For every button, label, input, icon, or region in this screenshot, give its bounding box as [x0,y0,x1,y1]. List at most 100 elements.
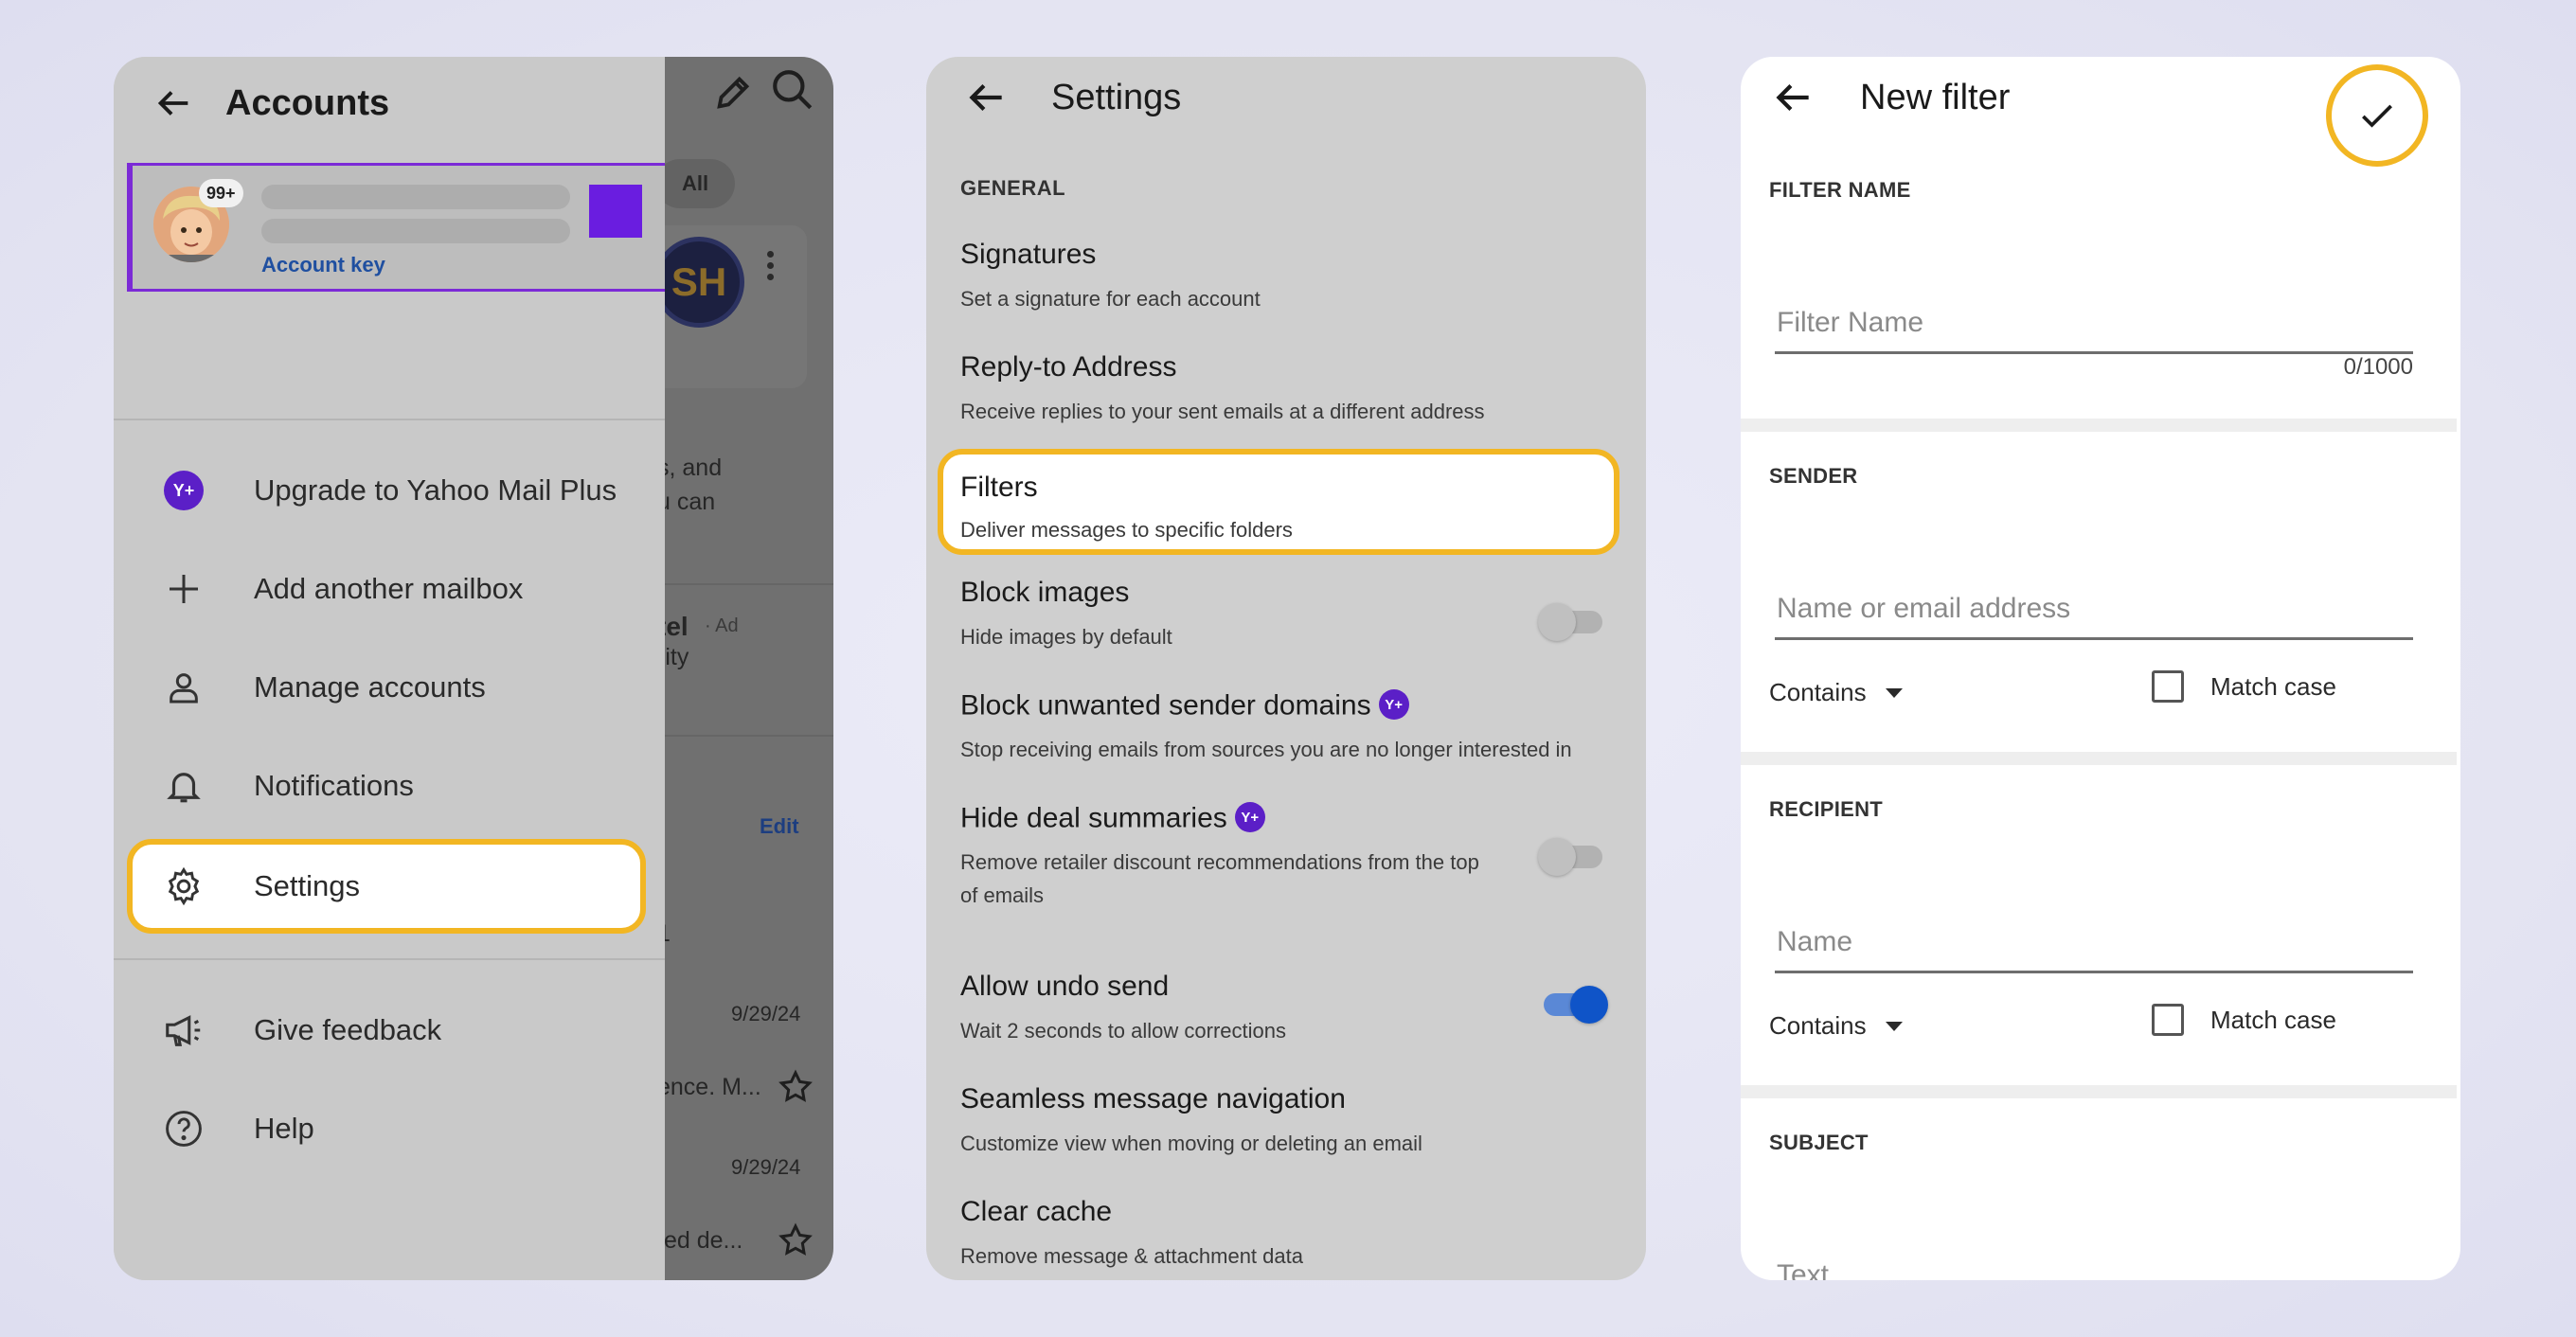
menu-item-add-mailbox[interactable]: Add another mailbox [127,542,646,636]
account-key-link[interactable]: Account key [261,253,385,277]
sender-avatar: SH [653,237,744,328]
recipient-match-type-dropdown[interactable]: Contains [1769,1011,1903,1041]
menu-item-settings[interactable]: Settings [127,839,646,934]
sender-match-case-checkbox[interactable]: Match case [2152,670,2336,703]
row-subtitle: Stop receiving emails from sources you a… [960,738,1572,761]
account-card[interactable]: 99+ Account key [127,163,665,292]
yahoo-plus-icon: Y+ [153,460,214,521]
character-counter: 0/1000 [2343,354,2413,380]
divider [114,419,665,420]
help-icon [153,1098,214,1159]
row-subtitle: Hide images by default [960,625,1172,649]
filter-name-input[interactable] [1775,294,2413,351]
row-subtitle: Deliver messages to specific folders [960,518,1293,542]
plus-icon [153,559,214,619]
menu-item-help[interactable]: Help [127,1081,646,1176]
row-title: Hide deal summaries Y+ [960,802,1265,835]
row-title: Block images [960,577,1130,608]
section-divider [1741,752,2457,765]
row-title: Block unwanted sender domains Y+ [960,689,1409,722]
star-icon[interactable] [777,1221,814,1259]
section-label-subject: SUBJECT [1769,1131,1869,1154]
row-subtitle: Customize view when moving or deleting a… [960,1132,1422,1155]
section-label-filter-name: FILTER NAME [1769,178,1911,202]
person-icon [153,657,214,718]
email-preview: ence. M... [657,1074,761,1100]
recipient-input[interactable] [1775,913,2413,971]
settings-row-signatures[interactable]: Signatures Set a signature for each acco… [926,225,1646,335]
recipient-match-case-checkbox[interactable]: Match case [2152,1004,2336,1036]
back-arrow-icon[interactable] [152,81,195,125]
menu-item-label: Notifications [254,769,414,802]
account-email-redacted [261,219,570,243]
subject-field[interactable] [1775,1246,2413,1280]
settings-row-undo-send[interactable]: Allow undo send Wait 2 seconds to allow … [926,957,1646,1067]
row-subtitle: Wait 2 seconds to allow corrections [960,1019,1286,1043]
settings-screen: Settings GENERAL Signatures Set a signat… [926,57,1646,1280]
gear-icon [153,856,214,917]
menu-item-feedback[interactable]: Give feedback [127,983,646,1078]
subject-input[interactable] [1775,1246,2413,1280]
menu-item-label: Upgrade to Yahoo Mail Plus [254,473,617,507]
section-label-sender: SENDER [1769,464,1858,488]
caret-down-icon [1885,1021,1903,1031]
menu-item-label: Manage accounts [254,670,486,704]
settings-row-block-images[interactable]: Block images Hide images by default [926,563,1646,673]
snippet-text: s, and [657,455,723,481]
sender-field[interactable] [1775,579,2413,640]
yahoo-plus-icon: Y+ [1378,689,1409,720]
section-divider [1741,1085,2457,1098]
checkbox-label: Match case [2210,1005,2336,1034]
checkbox-label: Match case [2210,671,2336,701]
row-subtitle: Set a signature for each account [960,287,1261,311]
save-filter-button[interactable] [2326,64,2428,167]
settings-row-block-domains[interactable]: Block unwanted sender domains Y+ Stop rec… [926,676,1646,786]
checkbox-icon [2152,1004,2184,1036]
sender-input[interactable] [1775,579,2413,637]
search-icon[interactable] [769,66,816,114]
section-label-recipient: RECIPIENT [1769,797,1884,821]
settings-row-seamless-nav[interactable]: Seamless message navigation Customize vi… [926,1070,1646,1180]
block-images-toggle[interactable] [1538,603,1608,641]
settings-row-filters[interactable]: Filters Deliver messages to specific fol… [938,449,1619,555]
divider [665,735,833,737]
filter-pill-all[interactable]: All [655,159,735,208]
section-header: GENERAL [960,176,1066,200]
back-arrow-icon[interactable] [1769,74,1816,121]
undo-send-toggle[interactable] [1538,986,1608,1024]
settings-row-reply-to[interactable]: Reply-to Address Receive replies to your… [926,338,1646,448]
row-subtitle: Remove retailer discount recommendations… [960,850,1479,907]
megaphone-icon [153,1000,214,1061]
menu-item-notifications[interactable]: Notifications [127,739,646,833]
hide-deals-toggle[interactable] [1538,838,1608,876]
new-filter-screen: New filter FILTER NAME 0/1000 SENDER Con… [1741,57,2460,1280]
section-divider [1741,419,2457,432]
settings-row-clear-cache[interactable]: Clear cache Remove message & attachment … [926,1183,1646,1280]
star-icon[interactable] [777,1068,814,1106]
menu-item-label: Help [254,1112,314,1145]
row-title: Allow undo send [960,971,1170,1002]
edit-link[interactable]: Edit [760,814,799,839]
row-title: Filters [960,472,1038,503]
drawer-header: Accounts [114,57,665,161]
dropdown-value: Contains [1769,678,1867,706]
compose-icon[interactable] [712,70,756,114]
page-title: New filter [1860,78,2011,117]
more-options-icon[interactable] [765,251,775,289]
account-name-redacted [261,185,570,209]
email-date: 9/29/24 [731,1002,801,1025]
settings-row-hide-deals[interactable]: Hide deal summaries Y+ Remove retailer di… [926,789,1646,940]
inbox-behind-overlay: All SH s, and u can tel · Ad rity Edit 1… [646,57,833,1280]
filter-name-field[interactable] [1775,294,2413,354]
menu-item-manage-accounts[interactable]: Manage accounts [127,640,646,735]
menu-item-upgrade[interactable]: Y+ Upgrade to Yahoo Mail Plus [127,443,646,538]
page-title: Settings [1051,78,1182,117]
accounts-screen: All SH s, and u can tel · Ad rity Edit 1… [114,57,833,1280]
sender-match-type-dropdown[interactable]: Contains [1769,678,1903,707]
menu-item-label: Settings [254,869,361,902]
yahoo-plus-icon: Y+ [1234,802,1265,832]
recipient-field[interactable] [1775,913,2413,973]
row-title: Seamless message navigation [960,1083,1346,1114]
back-arrow-icon[interactable] [962,74,1010,121]
row-title: Signatures [960,239,1097,270]
